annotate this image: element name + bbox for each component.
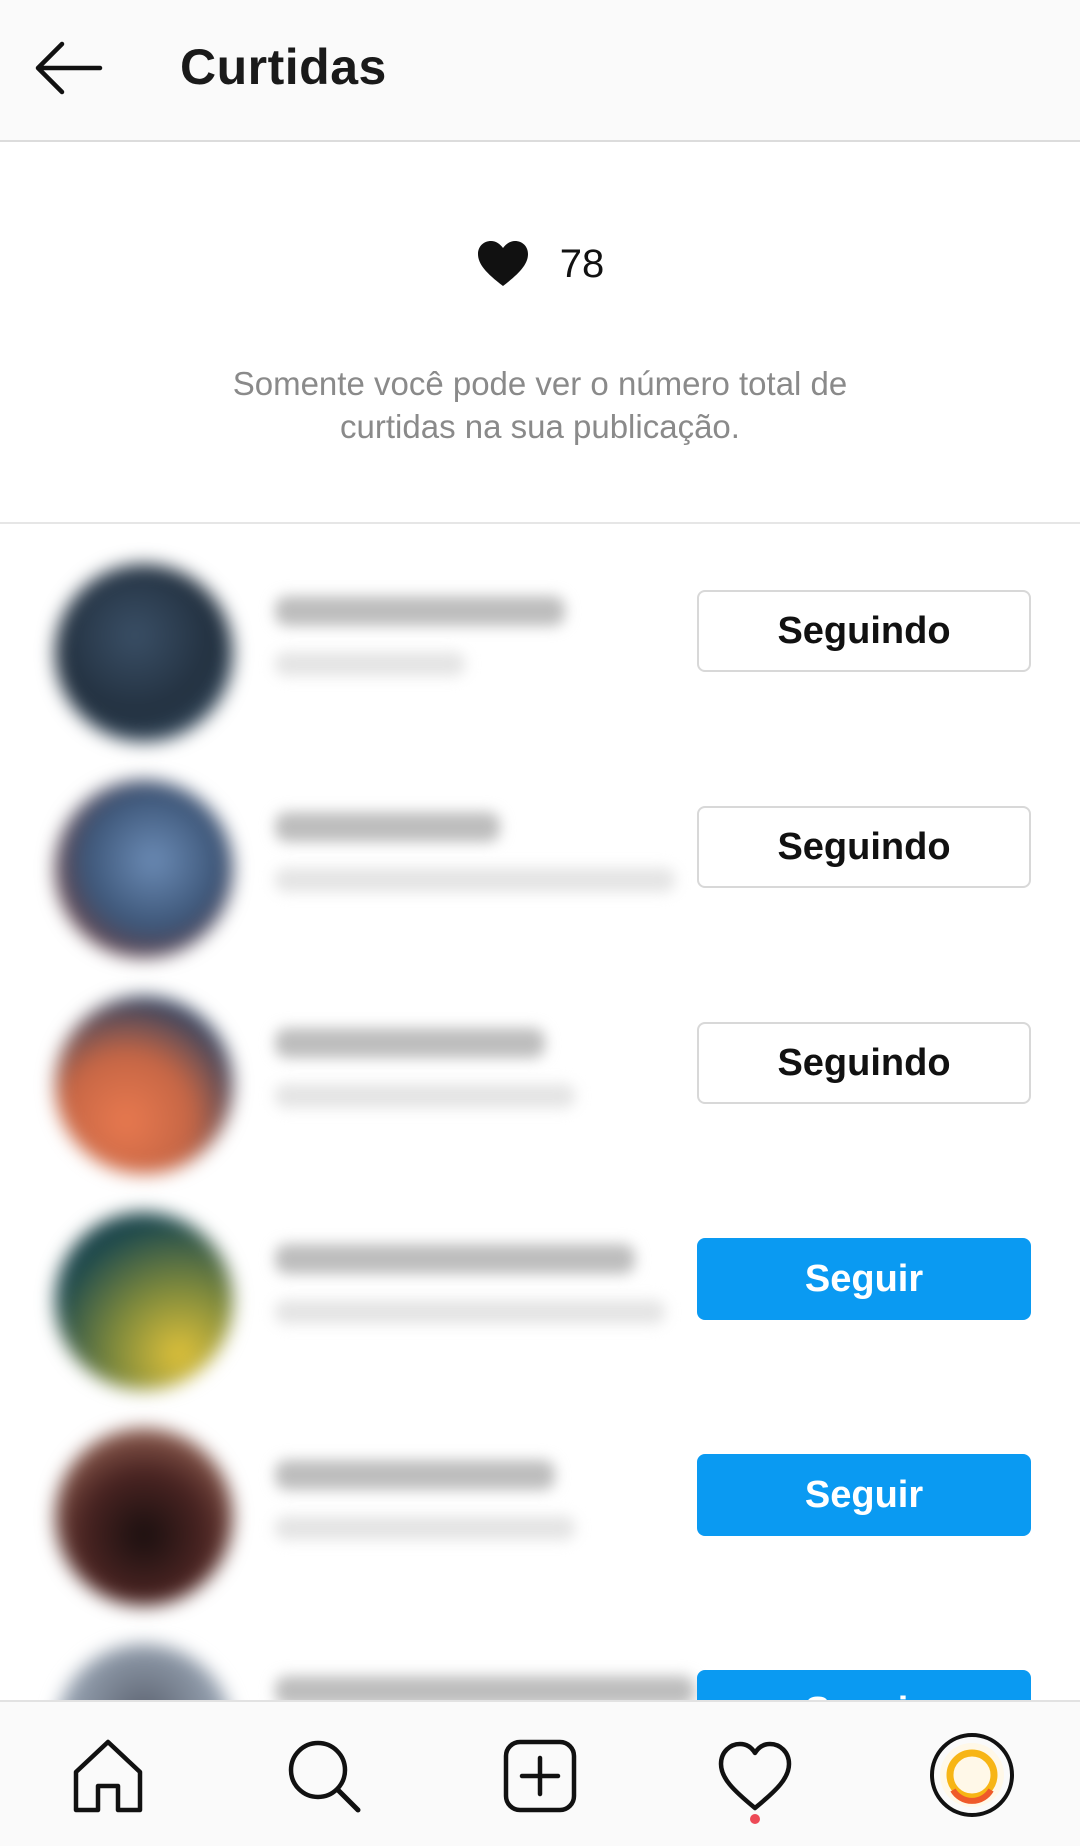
list-item[interactable]: Seguindo: [0, 524, 1080, 742]
follow-button[interactable]: Seguir: [697, 1670, 1031, 1700]
new-post-icon: [503, 1739, 577, 1813]
nav-activity[interactable]: [713, 1734, 797, 1818]
nav-home[interactable]: [66, 1734, 150, 1818]
heart-filled-icon: [477, 241, 528, 286]
follow-button[interactable]: Seguir: [697, 1238, 1031, 1320]
username-blurred[interactable]: [275, 1028, 545, 1058]
username-blurred[interactable]: [275, 1244, 635, 1274]
nav-profile[interactable]: [929, 1732, 1015, 1818]
search-icon: [288, 1740, 361, 1813]
follow-button[interactable]: Seguir: [697, 1454, 1031, 1536]
likes-summary: 78 Somente você pode ver o número total …: [0, 140, 1080, 522]
nav-search[interactable]: [282, 1734, 366, 1818]
avatar[interactable]: [55, 564, 233, 742]
likes-privacy-note: Somente você pode ver o número total de …: [232, 365, 848, 445]
avatar[interactable]: [55, 1428, 233, 1606]
back-button[interactable]: [28, 32, 112, 104]
full-name-blurred: [275, 1516, 575, 1540]
top-app-bar: Curtidas: [0, 0, 1080, 142]
avatar[interactable]: [55, 1212, 233, 1390]
arrow-left-icon: [35, 41, 103, 95]
avatar[interactable]: [55, 1644, 233, 1700]
likes-count: 78: [559, 241, 605, 286]
username-blurred[interactable]: [275, 1676, 695, 1700]
avatar[interactable]: [55, 780, 233, 958]
list-item[interactable]: Seguir: [0, 1388, 1080, 1606]
list-item[interactable]: Seguir: [0, 1604, 1080, 1700]
following-button[interactable]: Seguindo: [697, 1022, 1031, 1104]
nav-new-post[interactable]: [498, 1734, 582, 1818]
list-item[interactable]: Seguir: [0, 1172, 1080, 1390]
following-button[interactable]: Seguindo: [697, 590, 1031, 672]
full-name-blurred: [275, 1084, 575, 1108]
bottom-navigation: [0, 1700, 1080, 1846]
activity-heart-icon: [718, 1741, 792, 1811]
full-name-blurred: [275, 1300, 665, 1324]
list-item[interactable]: Seguindo: [0, 956, 1080, 1174]
home-icon: [73, 1739, 143, 1813]
list-item[interactable]: Seguindo: [0, 740, 1080, 958]
likers-list: Seguindo Seguindo Seguindo Seguir Seguir…: [0, 524, 1080, 1700]
page-title: Curtidas: [180, 39, 387, 95]
following-button[interactable]: Seguindo: [697, 806, 1031, 888]
avatar[interactable]: [55, 996, 233, 1174]
username-blurred[interactable]: [275, 596, 565, 626]
notification-dot: [750, 1814, 760, 1824]
username-blurred[interactable]: [275, 1460, 555, 1490]
full-name-blurred: [275, 868, 675, 892]
full-name-blurred: [275, 652, 465, 676]
profile-avatar: [930, 1733, 1014, 1817]
username-blurred[interactable]: [275, 812, 500, 842]
